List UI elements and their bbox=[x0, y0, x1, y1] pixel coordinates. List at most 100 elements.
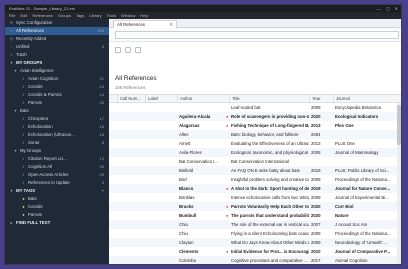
scrollbar-thumb[interactable] bbox=[397, 105, 401, 145]
sidebar-item-avian-cognition[interactable]: ▪ Avian Cognition 21 bbox=[5, 75, 109, 83]
sidebar-item-find-full-text[interactable]: ▸ FIND FULL TEXT bbox=[5, 219, 109, 227]
cell-title: A shot in the dark: Sport hunting of dec… bbox=[231, 186, 309, 191]
table-row[interactable]: Allen Bats: biology, behavior, and folklo… bbox=[109, 130, 401, 139]
sidebar-item-parrots[interactable]: ● Parrots bbox=[5, 211, 109, 219]
cell-journal: PLoS One bbox=[335, 141, 355, 146]
table-row[interactable]: Blanco A shot in the dark: Sport hunting … bbox=[109, 184, 401, 193]
sidebar-item-sync-configuration[interactable]: ⟳ Sync Configuration bbox=[5, 19, 109, 27]
search-input[interactable] bbox=[115, 31, 399, 39]
sidebar-item-unfiled[interactable]: ▫ Unfiled 5 bbox=[5, 43, 109, 51]
tag-icon: ● bbox=[22, 212, 25, 217]
col-author[interactable]: Author bbox=[177, 95, 229, 103]
sidebar-item-corvids-parrots[interactable]: ▪ Corvids & Parrots 14 bbox=[5, 91, 109, 99]
table-row[interactable]: Colombo Cognitive processes and comparati… bbox=[109, 256, 401, 264]
sidebar-item-parrots[interactable]: ▪ Parrots 20 bbox=[5, 99, 109, 107]
sidebar-item-bats[interactable]: ● Bats bbox=[5, 195, 109, 203]
cell-journal: J Acoust Soc Am bbox=[335, 222, 368, 227]
col-year[interactable]: Year bbox=[309, 95, 333, 103]
sidebar-item-label: Trash bbox=[16, 52, 27, 57]
menu-item-references[interactable]: References bbox=[32, 13, 52, 18]
table-row[interactable]: Leaf-scaled bat 2009 Encyclopedia Britanni… bbox=[109, 103, 401, 112]
window-title: EndNote 21 - Sample_Library_21.enl bbox=[9, 6, 75, 11]
col-title[interactable]: Title bbox=[229, 95, 309, 103]
menu-item-edit[interactable]: Edit bbox=[20, 13, 27, 18]
tab-label: All References bbox=[117, 22, 145, 27]
sidebar-item-my-groups[interactable]: ▾ My Groups bbox=[5, 147, 109, 155]
table-row[interactable]: Brucks Parrots Voluntarily Help Each Othe… bbox=[109, 202, 401, 211]
menu-item-window[interactable]: Window bbox=[121, 13, 135, 18]
table-row[interactable]: Clements Initial Evidence for Prot... is … bbox=[109, 247, 401, 256]
table-row[interactable]: Binfield An FAQ ON E write batty about ba… bbox=[109, 166, 401, 175]
table-row[interactable]: Chiu The role of the external ear in vert… bbox=[109, 220, 401, 229]
sidebar-item-my-groups[interactable]: ▾ MY GROUPS bbox=[5, 59, 109, 67]
cell-author: Chiu bbox=[179, 231, 188, 236]
sidebar-item-sonar[interactable]: ▪ Sonar 8 bbox=[5, 139, 109, 147]
menu-item-groups[interactable]: Groups bbox=[58, 13, 71, 18]
cell-journal: PLoS: Public Library of Sci... bbox=[335, 168, 390, 173]
unread-dot-icon: ● bbox=[226, 204, 229, 209]
folder-icon: ▪ bbox=[22, 180, 25, 185]
cell-journal: Plos One bbox=[335, 123, 354, 128]
sidebar-item-citation-report-lis[interactable]: ▪ Citation Report Lis... 12 bbox=[5, 155, 109, 163]
menu-item-tags[interactable]: Tags bbox=[76, 13, 84, 18]
sidebar-item-label: Chiroptera bbox=[28, 116, 49, 121]
menu-item-tools[interactable]: Tools bbox=[107, 13, 116, 18]
col-label[interactable]: Label bbox=[145, 95, 177, 103]
sidebar-item-corvids[interactable]: ● Corvids bbox=[5, 203, 109, 211]
folder-icon: ▪ bbox=[10, 28, 13, 33]
sidebar-item-echolocation[interactable]: ▪ Echolocation 16 bbox=[5, 123, 109, 131]
table-row[interactable]: Alagarsas Fishing Technique of Long-finge… bbox=[109, 121, 401, 130]
tag-icon: ● bbox=[22, 204, 25, 209]
cell-author: Arnett bbox=[179, 141, 191, 146]
col-call-number[interactable]: Call Num... bbox=[117, 95, 143, 103]
find-full-text-icon[interactable] bbox=[125, 47, 131, 53]
cell-year: 2020 bbox=[311, 114, 321, 119]
sidebar-item-cognition-all[interactable]: ▪ Cognition All 94 bbox=[5, 163, 109, 171]
sidebar-item-trash[interactable]: ▿ Trash bbox=[5, 51, 109, 59]
col-journal[interactable]: Journal bbox=[333, 95, 401, 103]
menu-item-library[interactable]: Library bbox=[89, 13, 101, 18]
sidebar-item-all-references[interactable]: ▪ All References 106 bbox=[5, 27, 109, 35]
tab-close-icon[interactable]: ✕ bbox=[169, 21, 173, 28]
sidebar-item-label: Echolocation (Ultrason... bbox=[28, 132, 75, 137]
folder-icon: ▪ bbox=[22, 116, 25, 121]
sidebar-item-echolocation-ultrason[interactable]: ▪ Echolocation (Ultrason... 18 bbox=[5, 131, 109, 139]
table-row[interactable]: Avila-Flores Ecological, taxonomic, and p… bbox=[109, 148, 401, 157]
scrollbar[interactable] bbox=[397, 103, 401, 264]
table-row[interactable]: Arnett Evaluating the Effectiveness of an… bbox=[109, 139, 401, 148]
cell-title: Cognitive processes and comparative ... bbox=[231, 258, 308, 263]
table-row[interactable]: Aguilera-Alcala Role of scavengers in pro… bbox=[109, 112, 401, 121]
table-row[interactable]: Bat Conservation I... Bat Conservation In… bbox=[109, 157, 401, 166]
cell-year: 2013 bbox=[311, 123, 321, 128]
window-controls[interactable]: — ▢ ✕ bbox=[377, 5, 400, 12]
menu-bar: File Edit References Groups Tags Library Tools… bbox=[5, 12, 401, 19]
sidebar-item-chiroptera[interactable]: ▪ Chiroptera 17 bbox=[5, 115, 109, 123]
folder-icon: ▪ bbox=[22, 172, 25, 177]
sidebar-item-recently-added[interactable]: ◷ Recently Added bbox=[5, 35, 109, 43]
table-row[interactable]: Clayton What Do Jays Know About Other Min… bbox=[109, 238, 401, 247]
sidebar-item-avian-intelligence[interactable]: ▾ Avian Intelligence bbox=[5, 67, 109, 75]
sidebar-item-open-access-articles[interactable]: ▪ Open Access Articles 29 bbox=[5, 171, 109, 179]
menu-item-file[interactable]: File bbox=[9, 13, 15, 18]
cell-title: Ecological, taxonomic, and physiological… bbox=[231, 150, 309, 155]
table-row[interactable]: Brinkløv Intense echolocation calls from … bbox=[109, 193, 401, 202]
share-icon[interactable] bbox=[135, 47, 141, 53]
cell-title: Role of scavengers in providing non-mate… bbox=[231, 114, 309, 119]
menu-item-help[interactable]: Help bbox=[140, 13, 148, 18]
chevron-down-icon: ▾ bbox=[14, 148, 17, 153]
unread-dot-icon: ● bbox=[226, 123, 229, 128]
add-reference-icon[interactable] bbox=[115, 47, 121, 53]
cell-author: Bumbull bbox=[179, 213, 197, 218]
sidebar-item-references-to-update[interactable]: ▪ References to Update 3 bbox=[5, 179, 109, 187]
sidebar-item-label: Sync Configuration bbox=[16, 20, 53, 25]
cell-year: 2020 bbox=[311, 204, 321, 209]
sidebar-item-bats[interactable]: ▾ Bats bbox=[5, 107, 109, 115]
tab-all-references[interactable]: All References ✕ bbox=[113, 20, 177, 28]
table-row[interactable]: Bumbull The parrots that understand proba… bbox=[109, 211, 401, 220]
table-row[interactable]: Chiu Flying in a silent Echolocating bats… bbox=[109, 229, 401, 238]
cell-journal: Journal of Comparative P... bbox=[335, 249, 391, 254]
cell-year: 2009 bbox=[311, 195, 321, 200]
sidebar-item-corvids[interactable]: ▪ Corvids 24 bbox=[5, 83, 109, 91]
sidebar-item-my-tags[interactable]: ▾ MY TAGS + bbox=[5, 187, 109, 195]
table-row[interactable]: Bird Insightful problem solving and creat… bbox=[109, 175, 401, 184]
